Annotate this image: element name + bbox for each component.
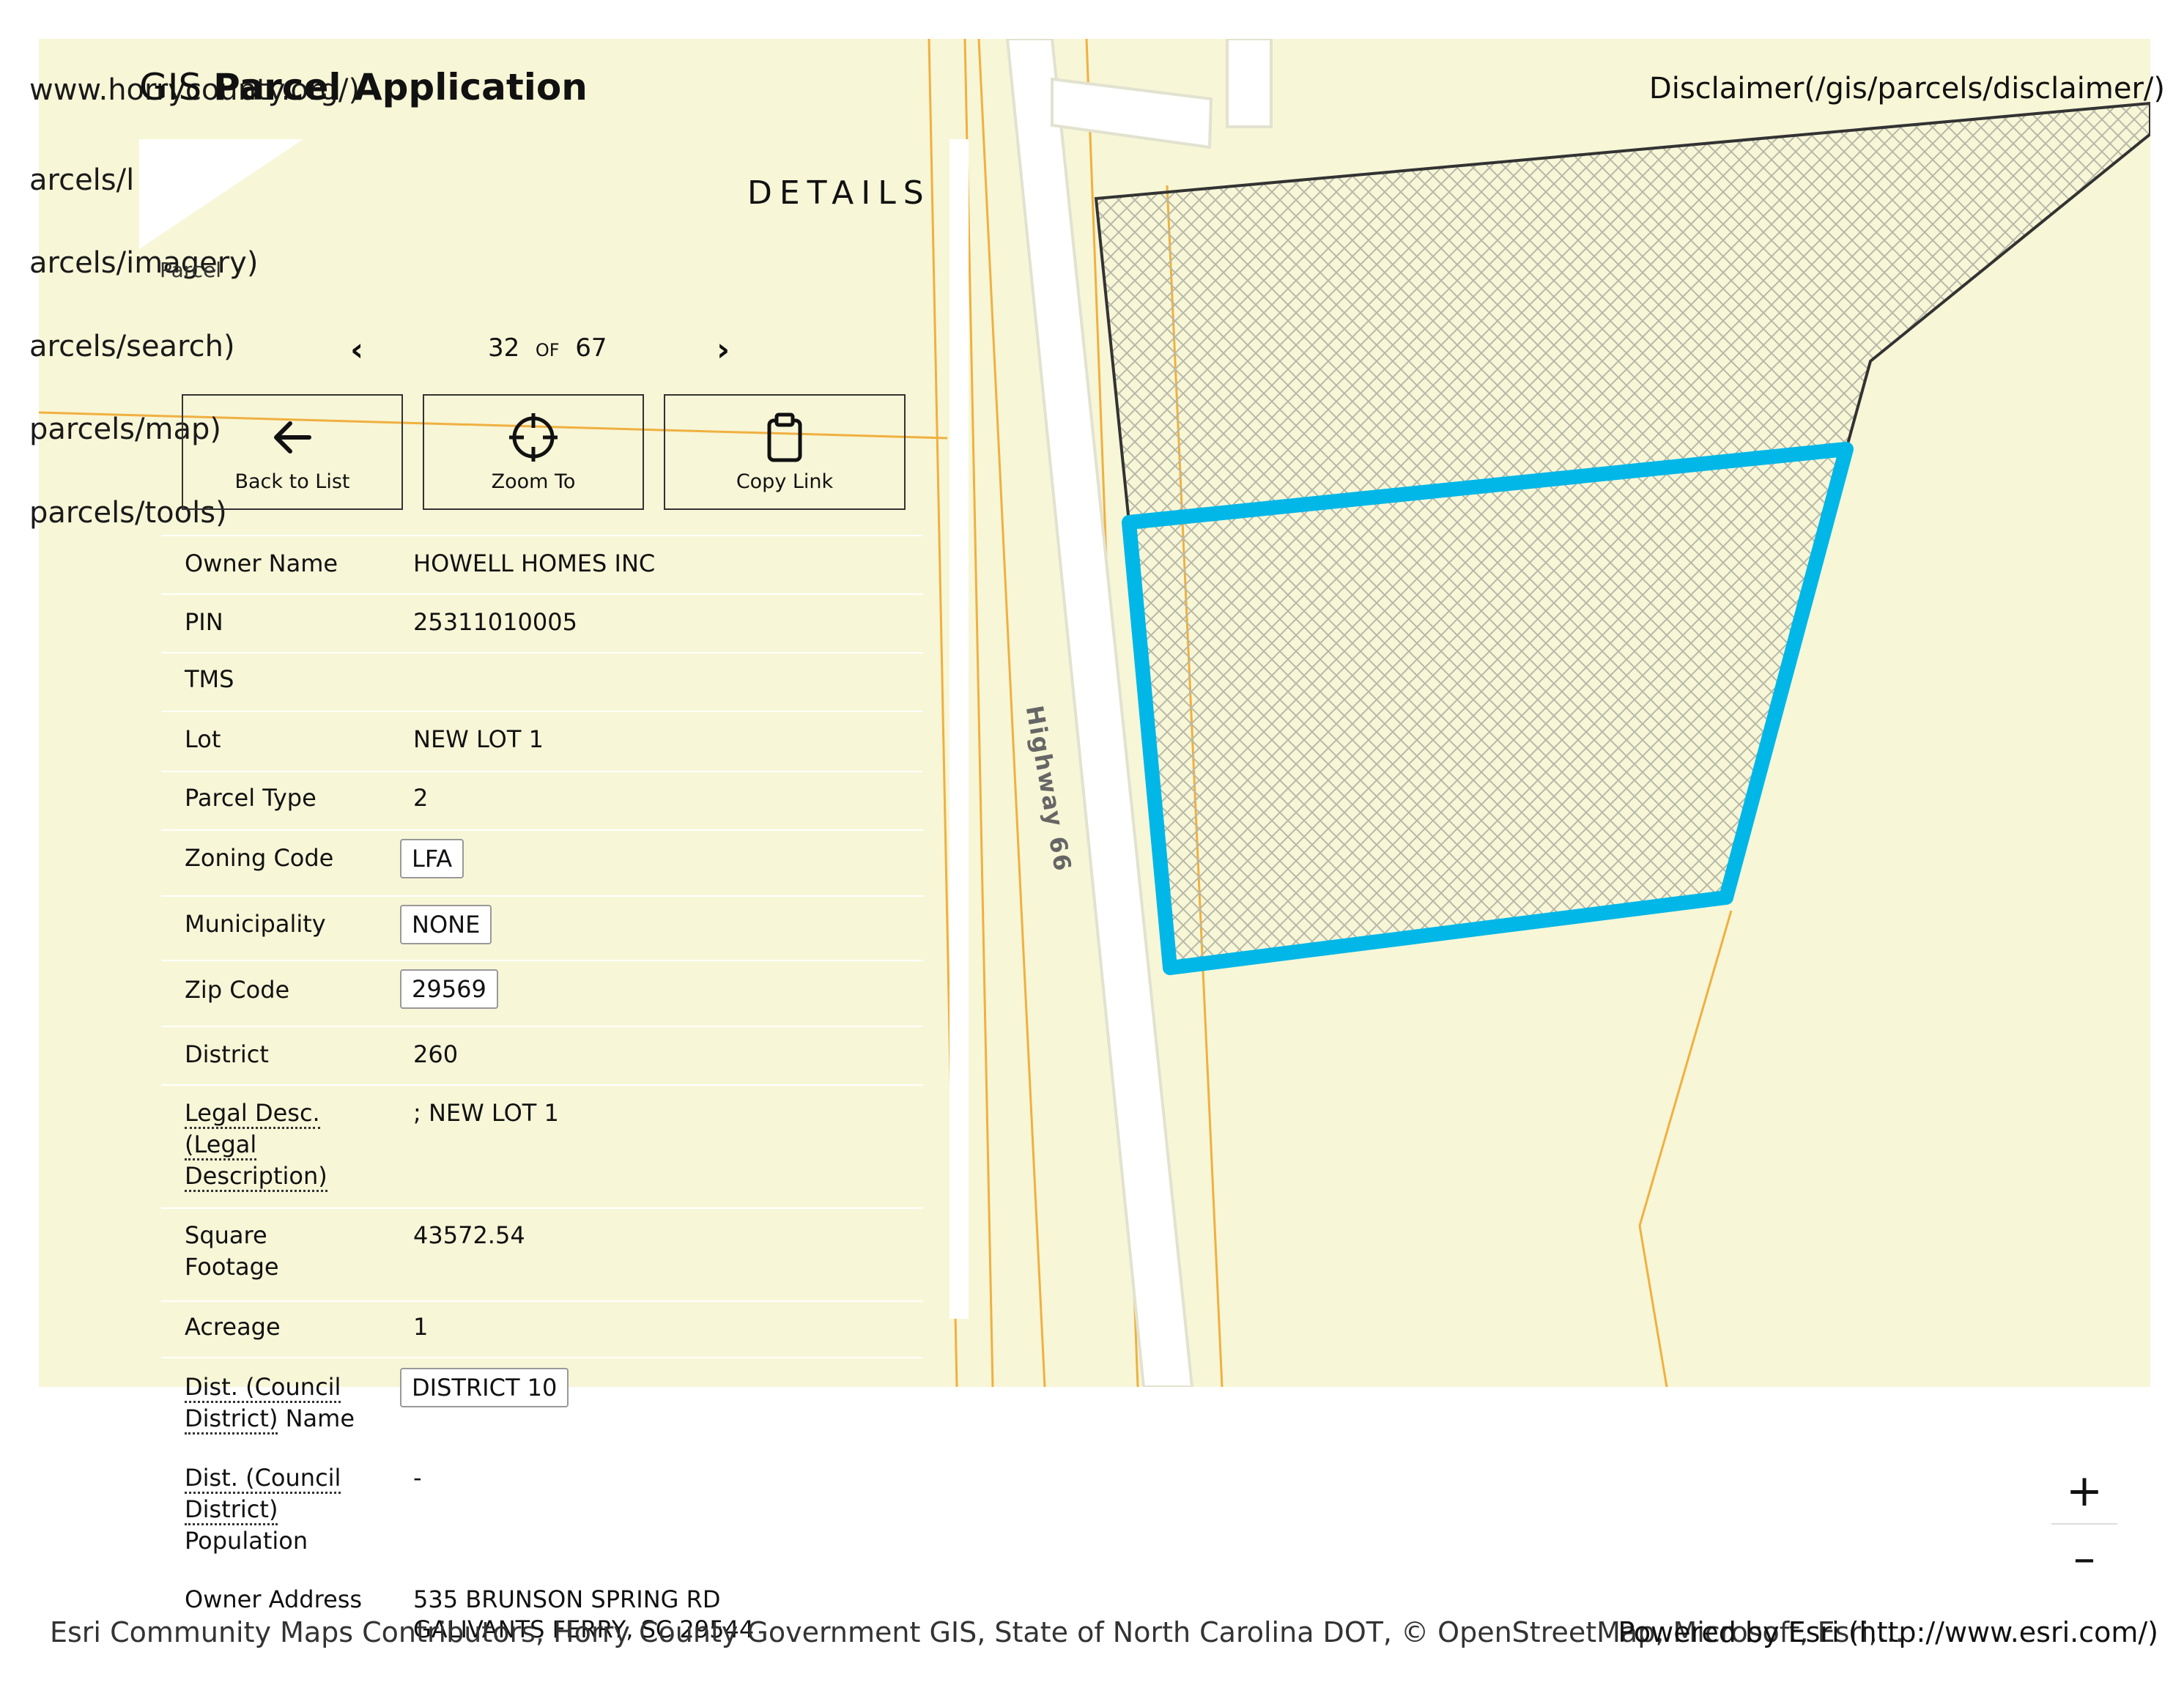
row-divider (161, 593, 923, 595)
back-to-list-button[interactable]: Back to List (182, 394, 403, 510)
owner-address-line1: 535 BRUNSON SPRING RD (413, 1585, 721, 1613)
selected-parcel[interactable] (1122, 442, 1854, 975)
copy-link-button[interactable]: Copy Link (664, 394, 906, 510)
pager-status: 32 OF 67 (488, 333, 607, 363)
lot-label: Lot (185, 725, 221, 753)
disclaimer-link[interactable]: Disclaimer(/gis/parcels/disclaimer/) (1649, 72, 2165, 106)
nav-link-imagery[interactable]: arcels/imagery) (29, 246, 258, 280)
zoning-code-label: Zoning Code (185, 844, 334, 872)
crosshair-icon (509, 413, 558, 462)
row-divider (161, 652, 923, 654)
municipality-chip[interactable]: NONE (400, 905, 492, 944)
prev-parcel-button[interactable]: ‹ (350, 331, 363, 369)
district-value: 260 (413, 1040, 459, 1068)
copy-link-label: Copy Link (736, 470, 834, 493)
zoom-in-button[interactable]: + (2051, 1465, 2117, 1517)
row-divider (161, 1026, 923, 1027)
council-district-name-label: Dist. (Council District) Name (185, 1372, 368, 1435)
nav-link-list[interactable]: arcels/l (29, 163, 134, 197)
chevron-right-icon: › (717, 331, 730, 369)
square-footage-label-line2: Footage (185, 1253, 279, 1281)
zoning-code-chip[interactable]: LFA (400, 839, 464, 878)
square-footage-label: Square Footage (185, 1220, 368, 1283)
council-district-population-value: - (413, 1464, 422, 1492)
legal-desc-label: Legal Desc. (Legal Description) (185, 1097, 368, 1192)
parcel-type-value: 2 (413, 784, 429, 812)
arrow-left-icon (274, 421, 311, 454)
council-district-population-label-line2: District) (185, 1495, 278, 1525)
row-divider (161, 960, 923, 961)
row-divider (161, 711, 923, 712)
square-footage-value: 43572.54 (413, 1221, 525, 1249)
council-district-name-label-line1: Dist. (Council (185, 1373, 341, 1403)
pin-value: 25311010005 (413, 608, 577, 636)
row-divider (161, 1300, 923, 1302)
square-footage-label-line1: Square (185, 1221, 267, 1249)
row-divider (161, 1357, 923, 1358)
zip-code-chip[interactable]: 29569 (400, 969, 498, 1009)
legal-desc-label-line2: (Legal (185, 1130, 257, 1160)
pager-current: 32 (488, 333, 520, 363)
zip-code-label: Zip Code (185, 976, 290, 1004)
council-district-population-label-line3: Population (185, 1527, 308, 1555)
zoom-divider (2051, 1523, 2117, 1525)
council-district-name-label-suffix: Name (278, 1404, 355, 1432)
row-divider (161, 829, 923, 831)
acreage-label: Acreage (185, 1313, 281, 1341)
clipboard-icon (767, 412, 802, 462)
tms-label: TMS (185, 665, 234, 693)
row-divider (161, 895, 923, 897)
council-district-population-label-line1: Dist. (Council (185, 1464, 341, 1494)
pager-total: 67 (575, 333, 607, 363)
council-district-chip[interactable]: DISTRICT 10 (400, 1368, 569, 1407)
app-title: GIS Parcel Application (139, 66, 588, 108)
row-divider (161, 1084, 923, 1086)
details-title: DETAILS (747, 174, 931, 212)
parcel-label: Parcel (160, 258, 222, 282)
app-title-text: Parcel Application (213, 66, 588, 108)
back-to-list-label: Back to List (234, 470, 350, 493)
nav-link-search[interactable]: arcels/search) (29, 330, 235, 363)
parcel-north[interactable] (1094, 101, 2150, 525)
powered-by-esri-link[interactable]: Powered by Esri (http://www.esri.com/) (1618, 1616, 2158, 1648)
logo-icon (139, 139, 303, 249)
district-label: District (185, 1040, 269, 1068)
zoom-to-label: Zoom To (491, 470, 576, 493)
app-title-prefix: GIS (139, 66, 202, 108)
row-divider (161, 535, 923, 536)
pin-label: PIN (185, 608, 223, 636)
municipality-label: Municipality (185, 910, 326, 938)
acreage-value: 1 (413, 1313, 429, 1341)
panel-scrollbar[interactable] (950, 139, 969, 1319)
chevron-left-icon: ‹ (350, 331, 364, 369)
row-divider (161, 1207, 923, 1209)
zoom-out-button[interactable]: – (2051, 1533, 2117, 1584)
legal-desc-label-line3: Description) (185, 1162, 327, 1192)
owner-name-value: HOWELL HOMES INC (413, 549, 656, 577)
row-divider (161, 771, 923, 772)
owner-name-label: Owner Name (185, 549, 338, 577)
council-district-population-label: Dist. (Council District) Population (185, 1462, 368, 1557)
next-parcel-button[interactable]: › (717, 331, 730, 369)
lot-value: NEW LOT 1 (413, 725, 544, 753)
legal-desc-label-line1: Legal Desc. (185, 1099, 320, 1129)
zoom-to-button[interactable]: Zoom To (423, 394, 644, 510)
owner-address-label: Owner Address (185, 1585, 363, 1613)
pager-of: OF (535, 340, 560, 360)
parcel-type-label: Parcel Type (185, 784, 317, 812)
council-district-name-label-line2: District) (185, 1404, 278, 1435)
legal-desc-value: ; NEW LOT 1 (413, 1099, 559, 1127)
